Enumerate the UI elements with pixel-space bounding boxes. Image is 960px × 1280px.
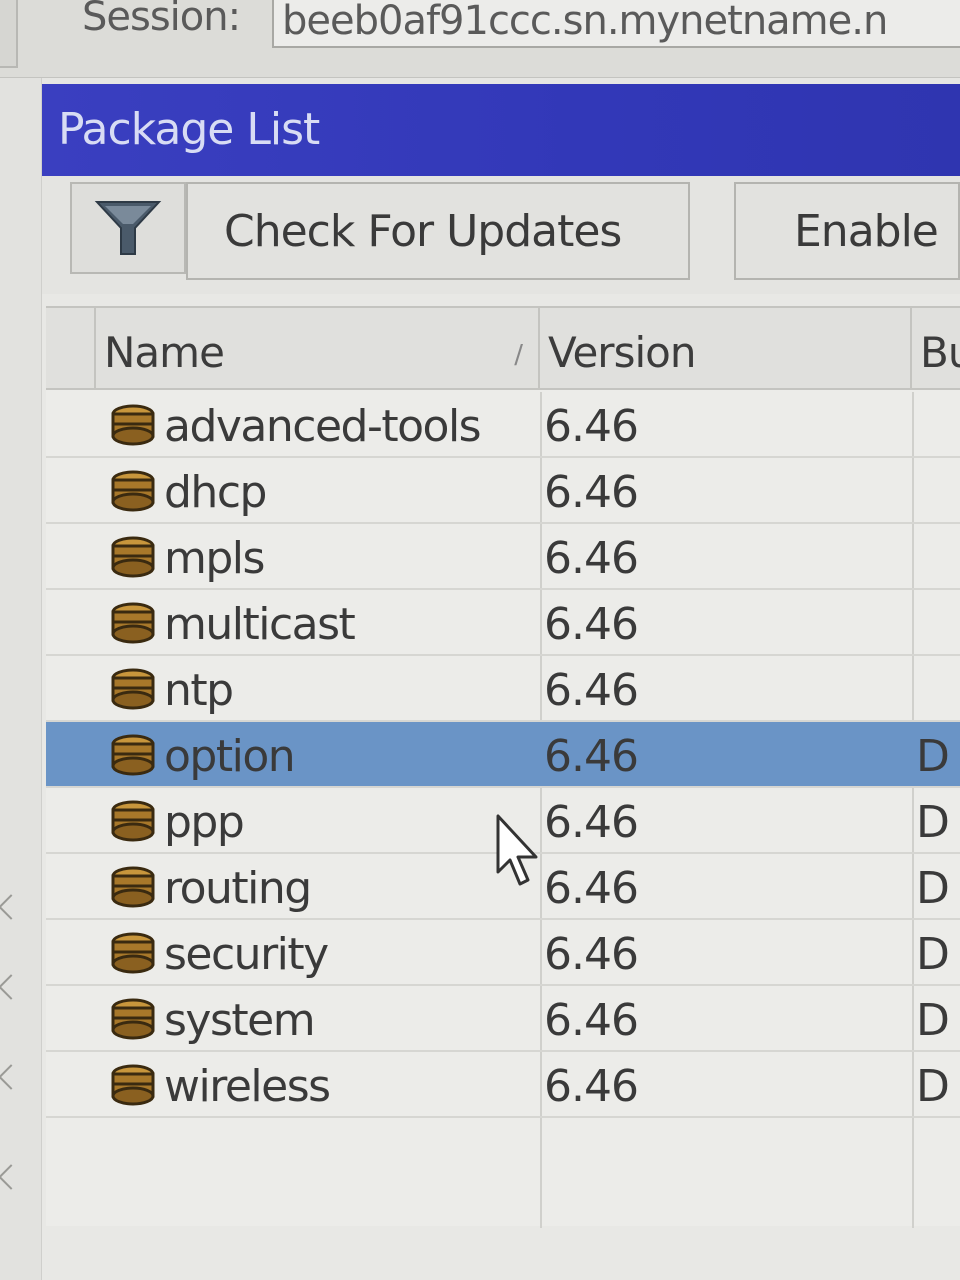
package-version: 6.46 <box>544 730 639 782</box>
package-name-cell: advanced-tools <box>108 398 482 454</box>
package-version: 6.46 <box>544 400 639 452</box>
package-name-cell: wireless <box>108 1058 331 1114</box>
column-header-version[interactable]: Version <box>540 308 912 390</box>
package-name-cell: multicast <box>108 596 356 652</box>
column-header-name[interactable]: Name / <box>96 308 540 390</box>
package-build <box>916 596 960 652</box>
table-row[interactable]: ntp 6.46 <box>46 656 960 722</box>
collapse-arrow-icon[interactable] <box>0 974 24 1000</box>
package-name-cell: system <box>108 992 316 1048</box>
package-name: system <box>164 994 316 1046</box>
package-name: advanced-tools <box>164 400 482 452</box>
session-field[interactable]: beeb0af91ccc.sn.mynetname.n <box>272 0 960 48</box>
enable-button[interactable]: Enable <box>734 182 960 280</box>
package-name: option <box>164 730 296 782</box>
package-name-cell: routing <box>108 860 312 916</box>
mouse-pointer-icon <box>496 814 538 886</box>
table-row[interactable]: multicast 6.46 <box>46 590 960 656</box>
package-version: 6.46 <box>544 532 639 584</box>
window-titlebar[interactable]: Package List <box>42 84 960 176</box>
package-version: 6.46 <box>544 928 639 980</box>
package-version: 6.46 <box>544 862 639 914</box>
left-sidebar <box>0 78 42 1280</box>
package-name: multicast <box>164 598 356 650</box>
filter-button[interactable] <box>70 182 186 274</box>
column-header-label: Name <box>104 328 225 377</box>
header-spacer <box>46 308 96 390</box>
package-icon <box>111 602 155 644</box>
package-build: D <box>916 1060 950 1112</box>
package-icon <box>111 932 155 974</box>
package-icon <box>111 1064 155 1106</box>
table-row[interactable]: dhcp 6.46 <box>46 458 960 524</box>
table-row[interactable]: system 6.46 D <box>46 986 960 1052</box>
table-row[interactable]: security 6.46 D <box>46 920 960 986</box>
table-header: Name / Version Bu <box>46 308 960 390</box>
package-list-window: Package List Check For Updates Enable Na… <box>42 84 960 1280</box>
package-name-cell: mpls <box>108 530 265 586</box>
filter-icon <box>94 201 162 255</box>
session-bar: Session: beeb0af91ccc.sn.mynetname.n <box>0 0 960 78</box>
package-name: security <box>164 928 329 980</box>
package-icon <box>111 866 155 908</box>
package-name: wireless <box>164 1060 331 1112</box>
package-build: D <box>916 796 950 848</box>
package-table: Name / Version Bu advanced-tools6.46dhcp… <box>46 306 960 1228</box>
session-label: Session: <box>82 0 241 40</box>
package-build <box>916 662 960 718</box>
package-name: dhcp <box>164 466 267 518</box>
column-header-build[interactable]: Bu <box>912 308 960 390</box>
package-icon <box>111 536 155 578</box>
package-version: 6.46 <box>544 994 639 1046</box>
package-build: D <box>916 730 950 782</box>
package-version: 6.46 <box>544 466 639 518</box>
package-build: D <box>916 994 950 1046</box>
package-name: ppp <box>164 796 245 848</box>
package-build: D <box>916 928 950 980</box>
package-name-cell: security <box>108 926 329 982</box>
package-icon <box>111 800 155 842</box>
package-name-cell: option <box>108 728 296 784</box>
package-version: 6.46 <box>544 796 639 848</box>
package-icon <box>111 470 155 512</box>
package-build <box>916 398 960 454</box>
sort-indicator-icon: / <box>514 340 523 370</box>
package-version: 6.46 <box>544 598 639 650</box>
package-icon <box>111 734 155 776</box>
package-icon <box>111 404 155 446</box>
package-build: D <box>916 862 950 914</box>
table-row[interactable]: advanced-tools 6.46 <box>46 392 960 458</box>
window-title: Package List <box>58 104 320 155</box>
table-row[interactable]: wireless 6.46 D <box>46 1052 960 1118</box>
column-header-label: Bu <box>920 328 960 377</box>
package-name: routing <box>164 862 312 914</box>
package-icon <box>111 668 155 710</box>
session-frame <box>0 0 18 68</box>
package-version: 6.46 <box>544 664 639 716</box>
package-build <box>916 530 960 586</box>
package-name-cell: ntp <box>108 662 234 718</box>
collapse-arrow-icon[interactable] <box>0 1064 24 1090</box>
package-icon <box>111 998 155 1040</box>
table-row[interactable]: mpls 6.46 <box>46 524 960 590</box>
collapse-arrow-icon[interactable] <box>0 894 24 920</box>
collapse-arrow-icon[interactable] <box>0 1164 24 1190</box>
table-row[interactable]: option 6.46 D <box>46 722 960 788</box>
check-for-updates-button[interactable]: Check For Updates <box>186 182 690 280</box>
package-version: 6.46 <box>544 1060 639 1112</box>
package-name: ntp <box>164 664 234 716</box>
column-header-label: Version <box>548 328 696 377</box>
package-name-cell: ppp <box>108 794 245 850</box>
package-build <box>916 464 960 520</box>
package-name-cell: dhcp <box>108 464 267 520</box>
package-name: mpls <box>164 532 265 584</box>
